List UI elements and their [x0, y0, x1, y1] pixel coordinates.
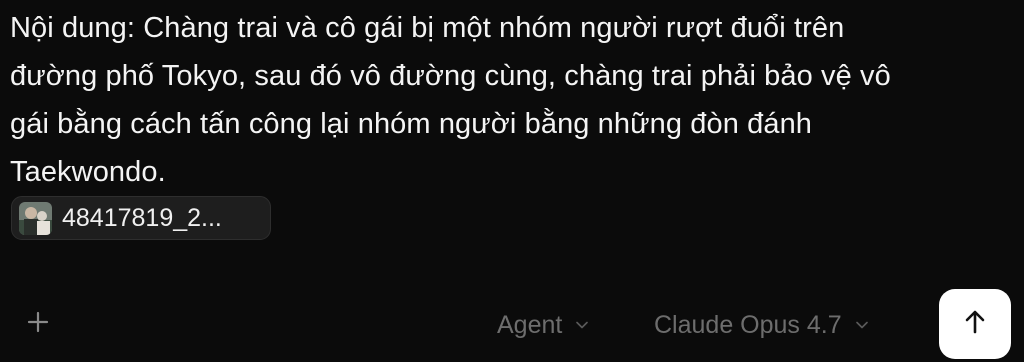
add-button[interactable] — [20, 306, 56, 342]
chat-composer[interactable]: Nội dung: Chàng trai và cô gái bị một nh… — [0, 0, 1024, 362]
chevron-down-icon — [576, 321, 589, 329]
image-thumbnail-icon — [19, 201, 52, 235]
model-label: Claude Opus 4.7 — [654, 310, 842, 339]
attachment-filename: 48417819_2... — [62, 203, 222, 232]
arrow-up-icon — [962, 309, 988, 340]
chevron-down-icon — [855, 321, 868, 329]
send-button[interactable] — [939, 289, 1011, 359]
model-selector[interactable]: Claude Opus 4.7 — [654, 305, 868, 345]
prompt-text-input[interactable]: Nội dung: Chàng trai và cô gái bị một nh… — [10, 4, 1010, 196]
attachment-chip[interactable]: 48417819_2... — [11, 196, 271, 240]
agent-mode-selector[interactable]: Agent — [497, 305, 589, 345]
agent-mode-label: Agent — [497, 310, 563, 339]
plus-icon — [27, 311, 49, 338]
